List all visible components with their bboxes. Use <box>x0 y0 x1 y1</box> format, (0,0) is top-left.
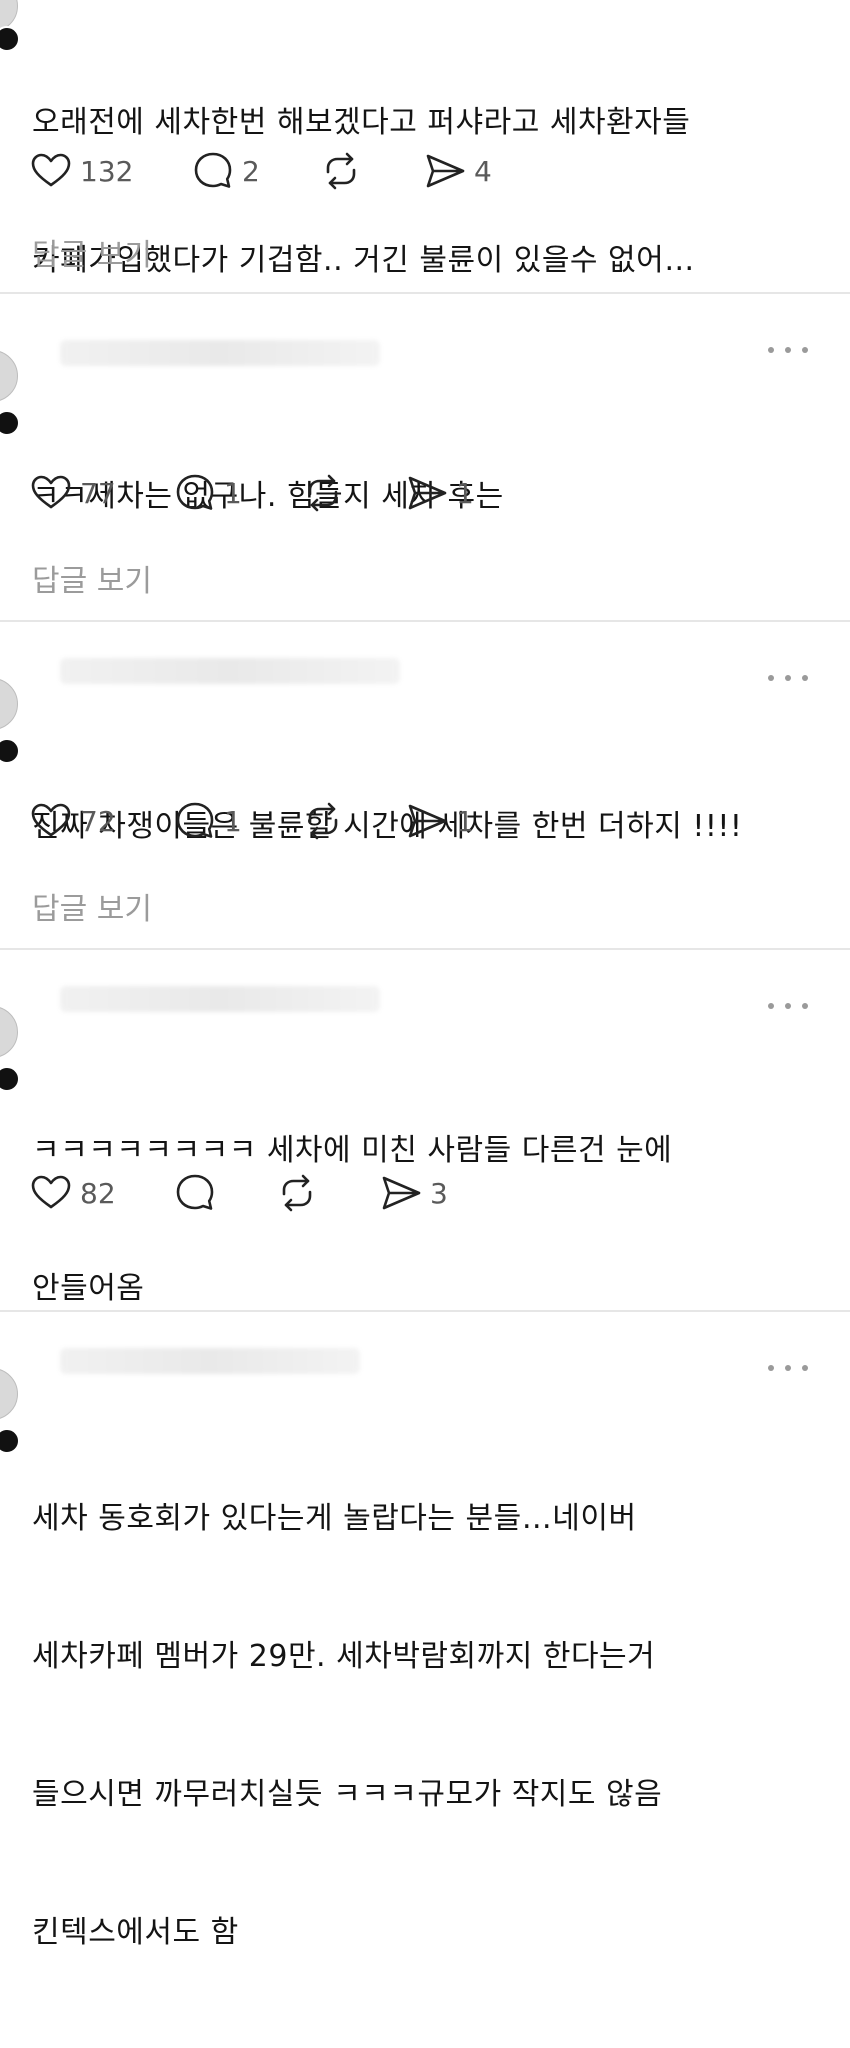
more-options-button[interactable] <box>768 1360 808 1376</box>
comment-bubble-icon <box>176 802 214 838</box>
repost-icon <box>308 802 338 840</box>
heart-icon <box>31 803 71 837</box>
comment-button[interactable]: 2 <box>190 146 260 196</box>
heart-icon <box>31 1175 71 1209</box>
avatar[interactable] <box>0 678 18 730</box>
comment-bubble-icon <box>176 474 214 510</box>
username-blurred <box>60 1348 360 1374</box>
like-button[interactable]: 72 <box>28 796 116 846</box>
share-button[interactable]: 3 <box>378 1168 448 1218</box>
avatar[interactable] <box>0 1368 18 1420</box>
view-replies-link[interactable]: 답글 보기 <box>32 884 152 928</box>
like-count: 132 <box>80 154 134 188</box>
share-button[interactable]: 1 <box>404 796 474 846</box>
more-dots-icon <box>768 1365 774 1371</box>
comment-line: 세차카페 멤버가 29만. 세차박람회까지 한다는거 <box>32 1639 656 1674</box>
send-icon <box>408 804 447 838</box>
comment-count: 1 <box>224 804 242 838</box>
share-count: 1 <box>456 476 474 510</box>
like-button[interactable]: 132 <box>28 146 133 196</box>
avatar[interactable] <box>0 1006 18 1058</box>
like-count: 72 <box>80 804 116 838</box>
like-button[interactable]: 77 <box>28 468 116 518</box>
comment-post: 진짜 차쟁이들은 불륜할 시간에 세차를 한번 더하지 !!!! 72 1 1 … <box>0 622 850 948</box>
comment-post: 세차 동호회가 있다는게 놀랍다는 분들…네이버 세차카페 멤버가 29만. 세… <box>0 1312 850 1950</box>
repost-button[interactable] <box>300 468 346 518</box>
send-icon <box>426 154 465 188</box>
username-blurred <box>60 658 400 684</box>
more-options-button[interactable] <box>768 670 808 686</box>
follow-badge-icon[interactable] <box>0 26 20 52</box>
comment-count: 2 <box>242 154 260 188</box>
like-count: 82 <box>80 1176 116 1210</box>
follow-badge-icon[interactable] <box>0 1066 20 1092</box>
share-count: 1 <box>456 804 474 838</box>
repost-button[interactable] <box>274 1168 320 1218</box>
comment-line: 들으시면 까무러치실듯 ㅋㅋㅋ규모가 작지도 않음 <box>32 1777 663 1812</box>
view-replies-link[interactable]: 답글 보기 <box>32 556 152 600</box>
comment-line: 오래전에 세차한번 해보겠다고 퍼샤라고 세차환자들 <box>32 105 691 140</box>
repost-icon <box>326 152 356 190</box>
like-button[interactable]: 82 <box>28 1168 116 1218</box>
view-replies-link[interactable]: 답글 보기 <box>32 230 152 274</box>
repost-button[interactable] <box>318 146 364 196</box>
more-dots-icon <box>768 1003 774 1009</box>
username-blurred <box>60 340 380 366</box>
heart-icon <box>31 475 71 509</box>
comment-text: 세차 동호회가 있다는게 놀랍다는 분들…네이버 세차카페 멤버가 29만. 세… <box>32 1404 820 2048</box>
send-icon <box>408 476 447 510</box>
comment-post: ㅋㅋㅋㅋㅋㅋㅋㅋ 세차에 미친 사람들 다른건 눈에 안들어옴 82 3 <box>0 950 850 1306</box>
more-dots-icon <box>768 347 774 353</box>
heart-icon <box>31 153 71 187</box>
repost-button[interactable] <box>300 796 346 846</box>
comment-line: 세차 동호회가 있다는게 놀랍다는 분들…네이버 <box>32 1501 637 1536</box>
comment-button[interactable]: 1 <box>172 796 242 846</box>
share-count: 3 <box>430 1176 448 1210</box>
like-count: 77 <box>80 476 116 510</box>
repost-icon <box>282 1174 312 1212</box>
repost-icon <box>308 474 338 512</box>
more-options-button[interactable] <box>768 342 808 358</box>
comment-line: 안들어옴 <box>32 1271 145 1306</box>
comment-bubble-icon <box>194 152 232 188</box>
send-icon <box>382 1176 421 1210</box>
comment-button[interactable] <box>172 1168 218 1218</box>
comment-bubble-icon <box>176 1174 214 1210</box>
comment-line: 킨텍스에서도 함 <box>32 1915 239 1950</box>
more-dots-icon <box>768 675 774 681</box>
username-blurred <box>60 986 380 1012</box>
share-button[interactable]: 1 <box>404 468 474 518</box>
more-options-button[interactable] <box>768 998 808 1014</box>
comment-post: 오래전에 세차한번 해보겠다고 퍼샤라고 세차환자들 카페가입했다가 기겁함..… <box>0 0 850 292</box>
comment-feed: 오래전에 세차한번 해보겠다고 퍼샤라고 세차환자들 카페가입했다가 기겁함..… <box>0 0 850 1950</box>
share-count: 4 <box>474 154 492 188</box>
follow-badge-icon[interactable] <box>0 1428 20 1454</box>
comment-count: 1 <box>224 476 242 510</box>
avatar[interactable] <box>0 350 18 402</box>
follow-badge-icon[interactable] <box>0 410 20 436</box>
comment-button[interactable]: 1 <box>172 468 242 518</box>
comment-post: ㅋㅋ세차는 없구나. 힘들지 세차 후는 77 1 1 답글 보기 <box>0 294 850 620</box>
follow-badge-icon[interactable] <box>0 738 20 764</box>
share-button[interactable]: 4 <box>422 146 492 196</box>
